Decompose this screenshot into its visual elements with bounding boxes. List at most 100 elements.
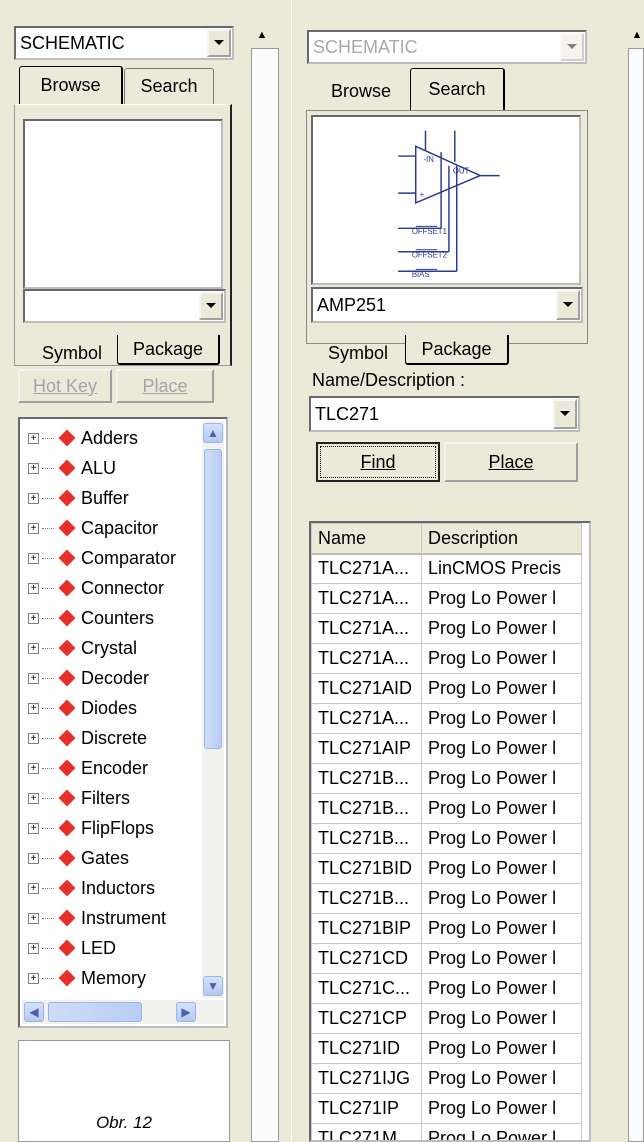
tree-item[interactable]: + Adders [20,423,220,453]
expand-icon[interactable]: + [28,552,39,564]
expand-icon[interactable]: + [28,972,39,984]
tree-item[interactable]: + ALU [20,453,220,483]
chevron-up-icon[interactable]: ▲ [251,24,273,46]
table-row[interactable]: TLC271AID Prog Lo Power l [311,673,582,704]
category-combo[interactable]: SCHEMATIC [307,30,587,64]
scroll-thumb[interactable] [204,449,222,749]
tree-item[interactable]: + Decoder [20,663,220,693]
tree-horizontal-scrollbar[interactable]: ◀ ▶ [22,1000,224,1024]
tree-item[interactable]: + Diodes [20,693,220,723]
place-button[interactable]: Place [444,442,578,482]
expand-icon[interactable]: + [28,702,39,714]
column-name-header[interactable]: Name [311,523,422,555]
tree-item-label: Decoder [81,667,150,688]
chevron-left-icon[interactable]: ◀ [24,1002,44,1022]
tree-item[interactable]: + Connector [20,573,220,603]
table-row[interactable]: TLC271AIP Prog Lo Power l [311,733,582,764]
tree-item[interactable]: + FlipFlops [20,813,220,843]
table-row[interactable]: TLC271A... LinCMOS Precis [311,553,582,584]
table-row[interactable]: TLC271A... Prog Lo Power l [311,643,582,674]
column-description-header[interactable]: Description [421,523,582,555]
tab-symbol[interactable]: Symbol [312,338,404,368]
table-row[interactable]: TLC271A... Prog Lo Power l [311,613,582,644]
expand-icon[interactable]: + [28,762,39,774]
part-combo[interactable] [23,289,226,323]
tree-item[interactable]: + Instrument [20,903,220,933]
tree-item[interactable]: + Gates [20,843,220,873]
table-row[interactable]: TLC271BIP Prog Lo Power l [311,913,582,944]
search-combo[interactable]: TLC271 [309,396,580,432]
expand-icon[interactable]: + [28,612,39,624]
tree-item[interactable]: + Crystal [20,633,220,663]
tree-item[interactable]: + Filters [20,783,220,813]
category-combo[interactable]: SCHEMATIC [14,26,234,60]
table-row[interactable]: TLC271ID Prog Lo Power l [311,1033,582,1064]
expand-icon[interactable]: + [28,432,39,444]
chevron-down-icon[interactable] [556,290,580,320]
svg-text:OUT: OUT [453,167,470,176]
tab-search[interactable]: Search [410,68,505,110]
side-scroll-track[interactable] [628,48,644,1142]
chevron-down-icon[interactable] [553,399,577,429]
expand-icon[interactable]: + [28,582,39,594]
expand-icon[interactable]: + [28,522,39,534]
tab-package[interactable]: Package [117,335,220,365]
chevron-down-icon[interactable] [199,292,223,320]
expand-icon[interactable]: + [28,942,39,954]
expand-icon[interactable]: + [28,732,39,744]
table-row[interactable]: TLC271B... Prog Lo Power l [311,793,582,824]
tab-browse[interactable]: Browse [19,66,123,104]
tab-search[interactable]: Search [124,68,214,104]
tree-vertical-scrollbar[interactable]: ▲ ▼ [202,421,224,998]
expand-icon[interactable]: + [28,882,39,894]
find-button[interactable]: Find [316,442,440,482]
hotkey-button[interactable]: Hot Key [18,369,112,403]
table-row[interactable]: TLC271IP Prog Lo Power l [311,1093,582,1124]
expand-icon[interactable]: + [28,672,39,684]
chevron-up-icon[interactable]: ▲ [203,423,223,443]
table-row[interactable]: TLC271B... Prog Lo Power l [311,823,582,854]
tree-item[interactable]: + Buffer [20,483,220,513]
tree-item[interactable]: + Discrete [20,723,220,753]
expand-icon[interactable]: + [28,792,39,804]
table-row[interactable]: TLC271B... Prog Lo Power l [311,883,582,914]
tree-item[interactable]: + Capacitor [20,513,220,543]
expand-icon[interactable]: + [28,852,39,864]
tree-connector [42,767,54,769]
scroll-thumb[interactable] [48,1002,142,1022]
table-row[interactable]: TLC271A... Prog Lo Power l [311,583,582,614]
tree-item[interactable]: + Encoder [20,753,220,783]
tree-item[interactable]: + Inductors [20,873,220,903]
expand-icon[interactable]: + [28,462,39,474]
chevron-right-icon[interactable]: ▶ [176,1002,196,1022]
tab-browse[interactable]: Browse [314,72,408,110]
tree-item-label: Encoder [81,757,149,778]
chevron-up-icon[interactable]: ▲ [628,24,644,46]
chevron-down-icon[interactable]: ▼ [203,976,223,996]
tree-item[interactable]: + Counters [20,603,220,633]
tree-item[interactable]: + Comparator [20,543,220,573]
place-button[interactable]: Place [116,369,214,403]
expand-icon[interactable]: + [28,912,39,924]
tree-item[interactable]: + LED [20,933,220,963]
tree-item-label: Diodes [81,697,138,718]
tree-item[interactable]: + Memory [20,963,220,993]
tab-package[interactable]: Package [405,335,509,365]
tab-symbol[interactable]: Symbol [28,337,116,369]
table-row[interactable]: TLC271C... Prog Lo Power l [311,973,582,1004]
table-row[interactable]: TLC271CD Prog Lo Power l [311,943,582,974]
side-scroll-track[interactable] [251,48,279,1142]
table-row[interactable]: TLC271A... Prog Lo Power l [311,703,582,734]
table-row[interactable]: TLC271B... Prog Lo Power l [311,763,582,794]
chevron-down-icon[interactable] [560,33,584,61]
table-row[interactable]: TLC271BID Prog Lo Power l [311,853,582,884]
part-combo[interactable]: AMP251 [311,287,583,323]
table-row[interactable]: TLC271IJG Prog Lo Power l [311,1063,582,1094]
table-row[interactable]: TLC271M... Prog Lo Power l [311,1123,582,1140]
expand-icon[interactable]: + [28,492,39,504]
chevron-down-icon[interactable] [207,29,231,57]
table-row[interactable]: TLC271CP Prog Lo Power l [311,1003,582,1034]
expand-icon[interactable]: + [28,822,39,834]
expand-icon[interactable]: + [28,642,39,654]
tree-connector [42,737,54,739]
